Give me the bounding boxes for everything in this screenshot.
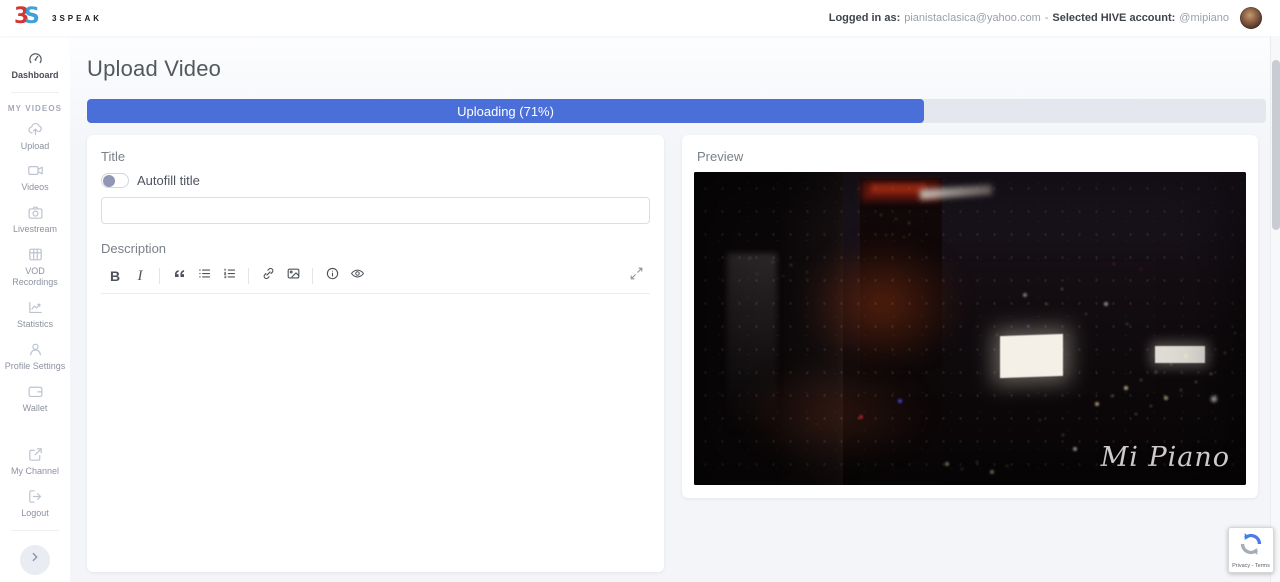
unordered-list-button[interactable] bbox=[192, 266, 216, 286]
scrollbar-thumb[interactable] bbox=[1272, 60, 1280, 230]
video-watermark: Mi Piano bbox=[1100, 442, 1230, 473]
sidebar-item-videos[interactable]: Videos bbox=[0, 157, 70, 199]
logged-in-label: Logged in as: bbox=[828, 12, 901, 24]
insert-link-button[interactable] bbox=[256, 266, 280, 286]
numbered-list-icon bbox=[222, 266, 237, 286]
ordered-list-button[interactable] bbox=[217, 266, 241, 286]
separator: - bbox=[1044, 12, 1049, 24]
autofill-title-toggle[interactable] bbox=[101, 173, 129, 188]
toolbar-divider bbox=[312, 268, 313, 284]
livestream-camera-icon bbox=[27, 204, 44, 221]
sidebar-item-label: VOD Recordings bbox=[12, 265, 58, 288]
sidebar-item-wallet[interactable]: Wallet bbox=[0, 378, 70, 420]
main-content: Upload Video Uploading (71%) Title Autof… bbox=[70, 36, 1280, 582]
dashboard-gauge-icon bbox=[27, 50, 44, 67]
upload-progress-bar: Uploading (71%) bbox=[87, 99, 1266, 123]
upload-form-card: Title Autofill title Description B I bbox=[87, 135, 664, 572]
sidebar-item-profile-settings[interactable]: Profile Settings bbox=[0, 336, 70, 378]
sidebar-item-label: Statistics bbox=[16, 319, 53, 330]
video-camera-icon bbox=[27, 162, 44, 179]
autofill-title-label: Autofill title bbox=[137, 173, 200, 188]
recaptcha-icon bbox=[1238, 531, 1264, 562]
sidebar-divider bbox=[11, 91, 59, 93]
toolbar-divider bbox=[159, 268, 160, 284]
recaptcha-badge[interactable]: Privacy - Terms bbox=[1228, 527, 1274, 573]
logo-mark-s: S bbox=[24, 4, 40, 29]
description-input[interactable] bbox=[101, 294, 650, 558]
link-icon bbox=[261, 266, 276, 286]
avatar[interactable] bbox=[1240, 7, 1262, 29]
image-icon bbox=[286, 266, 301, 286]
upload-progress-label: Uploading (71%) bbox=[457, 103, 554, 119]
video-preview-thumbnail: Mi Piano bbox=[694, 172, 1246, 485]
bold-button[interactable]: B bbox=[103, 266, 127, 286]
quote-icon bbox=[172, 266, 187, 286]
title-label: Title bbox=[101, 149, 126, 164]
3speak-logo-icon: 3 S bbox=[14, 4, 41, 29]
editor-preview-button[interactable] bbox=[345, 266, 369, 286]
sidebar-item-label: Videos bbox=[21, 182, 49, 193]
editor-info-button[interactable] bbox=[320, 266, 344, 286]
sidebar-item-logout[interactable]: Logout bbox=[0, 483, 70, 525]
vod-recordings-icon bbox=[27, 246, 44, 263]
bullet-list-icon bbox=[197, 266, 212, 286]
expand-arrows-icon bbox=[629, 266, 644, 286]
statistics-chart-icon bbox=[27, 299, 44, 316]
recaptcha-privacy-terms[interactable]: Privacy - Terms bbox=[1232, 563, 1270, 569]
sidebar: Dashboard MY VIDEOS Upload Videos Livest bbox=[0, 36, 70, 582]
brand-name: 3SPEAK bbox=[52, 13, 103, 23]
account-info: Logged in as: pianistaclasica@yahoo.com … bbox=[829, 7, 1262, 29]
preview-card: Preview Mi Piano bbox=[682, 135, 1258, 498]
title-input[interactable] bbox=[101, 197, 650, 224]
toolbar-divider bbox=[248, 268, 249, 284]
blockquote-button[interactable] bbox=[167, 266, 191, 286]
hive-account-label: Selected HIVE account: bbox=[1052, 12, 1176, 24]
upload-progress-fill: Uploading (71%) bbox=[87, 99, 925, 123]
sidebar-item-label: Wallet bbox=[22, 402, 48, 413]
sidebar-item-dashboard[interactable]: Dashboard bbox=[0, 45, 70, 87]
sidebar-section-my-videos: MY VIDEOS bbox=[7, 103, 63, 113]
eye-icon bbox=[350, 266, 365, 286]
upload-cloud-icon bbox=[27, 121, 44, 138]
sidebar-item-label: Dashboard bbox=[11, 70, 59, 80]
topbar: 3 S 3SPEAK Logged in as: pianistaclasica… bbox=[0, 0, 1280, 36]
sidebar-item-label: My Channel bbox=[10, 466, 60, 477]
brand-logo[interactable]: 3 S 3SPEAK bbox=[14, 4, 103, 29]
sidebar-expand-button[interactable] bbox=[20, 544, 50, 575]
editor-toolbar: B I bbox=[101, 263, 650, 294]
sidebar-item-label: Livestream bbox=[12, 224, 57, 235]
sidebar-item-label: Profile Settings bbox=[4, 360, 66, 371]
external-link-icon bbox=[27, 446, 44, 463]
sidebar-item-statistics[interactable]: Statistics bbox=[0, 294, 70, 336]
sidebar-item-label: Upload bbox=[20, 140, 50, 151]
profile-person-icon bbox=[27, 341, 44, 358]
editor-expand-button[interactable] bbox=[624, 266, 648, 286]
sidebar-item-label: Logout bbox=[21, 507, 49, 518]
sidebar-item-livestream[interactable]: Livestream bbox=[0, 199, 70, 241]
wallet-icon bbox=[27, 383, 44, 400]
page-title: Upload Video bbox=[87, 56, 222, 81]
italic-button[interactable]: I bbox=[128, 266, 152, 286]
description-label: Description bbox=[101, 241, 167, 256]
logged-in-email: pianistaclasica@yahoo.com bbox=[904, 12, 1041, 24]
description-editor: B I bbox=[101, 263, 650, 558]
toggle-knob bbox=[103, 174, 115, 187]
vignette bbox=[694, 172, 1246, 485]
sidebar-item-vod-recordings[interactable]: VOD Recordings bbox=[0, 241, 70, 294]
sidebar-item-upload[interactable]: Upload bbox=[0, 116, 70, 158]
info-circle-icon bbox=[325, 266, 340, 286]
page-scrollbar bbox=[1270, 36, 1280, 582]
hive-account-handle: @mipiano bbox=[1179, 12, 1229, 24]
chevron-right-icon bbox=[28, 550, 42, 569]
preview-label: Preview bbox=[697, 149, 744, 164]
sidebar-item-my-channel[interactable]: My Channel bbox=[0, 441, 70, 483]
logout-icon bbox=[27, 488, 44, 505]
insert-image-button[interactable] bbox=[281, 266, 305, 286]
sidebar-divider bbox=[11, 529, 59, 531]
